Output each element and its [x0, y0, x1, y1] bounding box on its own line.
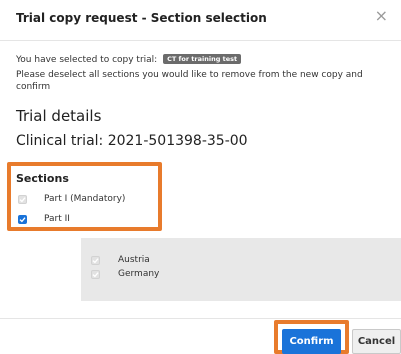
part1-checkbox	[18, 195, 27, 204]
sections-title: Sections	[16, 172, 69, 185]
country-austria-label: Austria	[118, 255, 150, 265]
close-icon[interactable]: ×	[375, 8, 388, 24]
confirm-button[interactable]: Confirm	[282, 329, 341, 354]
trial-badge: CT for training test	[163, 54, 242, 64]
country-germany-checkbox	[91, 270, 100, 279]
cancel-button[interactable]: Cancel	[352, 329, 401, 354]
part2-checkbox[interactable]	[18, 215, 27, 224]
footer-divider	[0, 318, 401, 319]
country-austria-checkbox	[91, 256, 100, 265]
dialog-title: Trial copy request - Section selection	[16, 11, 267, 25]
part1-label: Part I (Mandatory)	[44, 194, 126, 204]
part2-label: Part II	[44, 214, 70, 224]
checkmark-icon	[19, 217, 26, 223]
dialog-header: Trial copy request - Section selection ×	[0, 0, 401, 41]
checkmark-icon	[92, 258, 99, 264]
copy-request-dialog: Trial copy request - Section selection ×…	[0, 0, 401, 354]
selected-trial-text: You have selected to copy trial: CT for …	[16, 54, 242, 65]
clinical-trial-number: Clinical trial: 2021-501398-35-00	[16, 133, 248, 149]
selected-trial-label: You have selected to copy trial:	[16, 55, 158, 65]
checkmark-icon	[19, 197, 26, 203]
trial-details-heading: Trial details	[16, 107, 102, 125]
checkmark-icon	[92, 272, 99, 278]
countries-panel: Austria Germany	[81, 238, 401, 301]
country-germany-label: Germany	[118, 269, 160, 279]
instruction-text: Please deselect all sections you would l…	[16, 70, 363, 92]
